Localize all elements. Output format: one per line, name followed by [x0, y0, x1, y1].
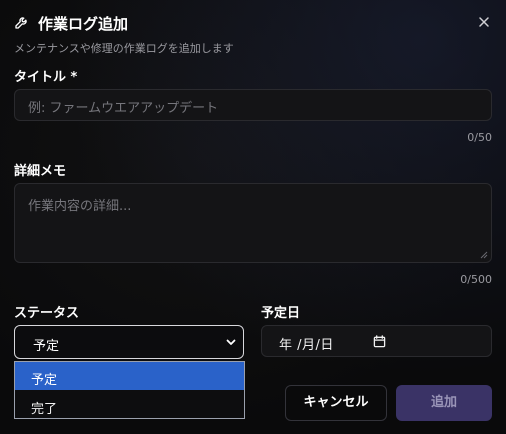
resize-handle-icon[interactable]: [480, 251, 488, 259]
memo-char-counter: 0/500: [460, 273, 492, 286]
date-value: 年 /月/日: [279, 338, 334, 353]
status-option-scheduled[interactable]: 予定: [15, 362, 244, 390]
status-dropdown-list: 予定 完了: [14, 361, 245, 419]
dialog-title: 作業ログ追加: [38, 15, 129, 33]
title-char-counter: 0/50: [467, 131, 492, 144]
add-work-log-dialog: 作業ログ追加 メンテナンスや修理の作業ログを追加します タイトル * 例: ファ…: [0, 0, 506, 434]
status-option-completed[interactable]: 完了: [15, 391, 244, 419]
title-label: タイトル *: [14, 70, 78, 85]
memo-textarea[interactable]: 作業内容の詳細...: [14, 183, 492, 263]
title-placeholder: 例: ファームウエアアップデート: [28, 101, 219, 116]
chevron-down-icon: [226, 339, 236, 345]
status-label: ステータス: [14, 306, 80, 321]
dialog-subtitle: メンテナンスや修理の作業ログを追加します: [14, 42, 234, 55]
memo-label: 詳細メモ: [14, 164, 67, 179]
calendar-icon[interactable]: [373, 335, 386, 348]
title-input[interactable]: 例: ファームウエアアップデート: [14, 89, 492, 121]
close-icon[interactable]: [476, 14, 492, 30]
status-selected-value: 予定: [33, 339, 60, 354]
scheduled-date-label: 予定日: [261, 306, 301, 321]
cancel-button[interactable]: キャンセル: [285, 385, 387, 421]
scheduled-date-input[interactable]: 年 /月/日: [261, 325, 492, 357]
memo-placeholder: 作業内容の詳細...: [28, 199, 132, 214]
add-button[interactable]: 追加: [396, 385, 492, 421]
wrench-icon: [15, 17, 27, 29]
status-select[interactable]: 予定: [14, 325, 244, 359]
